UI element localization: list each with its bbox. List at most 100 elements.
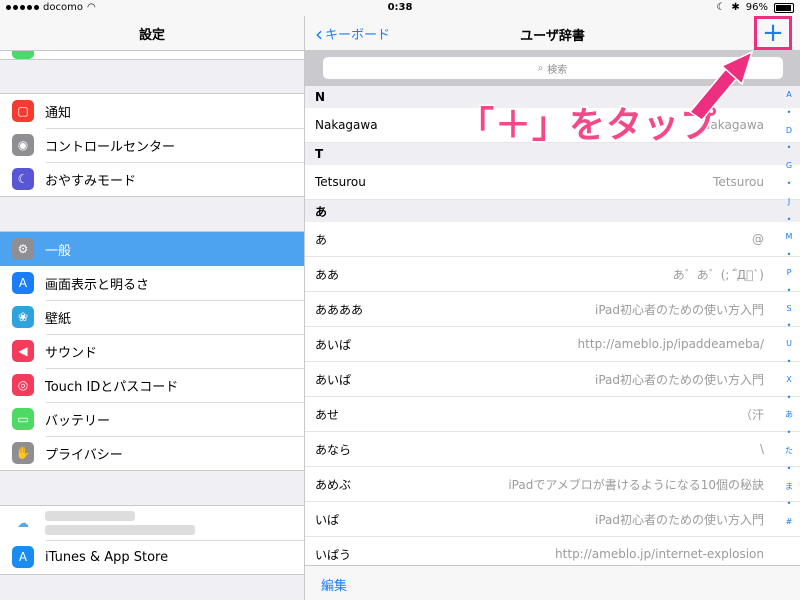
settings-sidebar: 設定 ▢ 通知 ◉ コントロールセンター ☾ おやすみモード ⚙ 一般 A 画面表示と明るさ ❀ 壁… [0,16,305,600]
sidebar-item[interactable]: ❀ 壁紙 [0,300,304,334]
entry-phrase: http://ameblo.jp/internet-explosion [555,547,764,561]
index-letter[interactable]: • [778,495,800,513]
sidebar-item-label: 一般 [45,243,72,259]
section-header: あ [305,200,800,222]
nav-bar: ‹ キーボード ユーザ辞書 + [305,16,800,50]
dictionary-entry[interactable]: あいぱ http://ameblo.jp/ipaddeameba/ [305,327,800,362]
section-index[interactable]: A • D • G • J • M • P • S • U • X • あ • た • ま • # [778,86,800,531]
annotation-label: 「＋」をタップ [456,104,718,148]
entry-phrase: iPadでアメブロが書けるようになる10個の秘訣 [508,477,764,492]
entry-word: いぱ [315,512,340,527]
sidebar-item-label: バッテリー [45,413,111,429]
dictionary-entry[interactable]: あ @ [305,222,800,257]
sidebar-item-label: Touch IDとパスコード [45,379,179,395]
sidebar-item-label: 壁紙 [45,311,72,327]
settings-group-2: ⚙ 一般 A 画面表示と明るさ ❀ 壁紙 ◀ サウンド ◎ Touch IDとパスコード ▭ バッテリ… [0,231,304,471]
dictionary-entry[interactable]: いぱ iPad初心者のための使い方入門 [305,502,800,537]
settings-group-3: ☁ AiTunes & App Store [0,505,304,575]
blur-bar [45,511,135,521]
blurred-account-label [45,511,195,535]
moon-icon: ☾ [716,2,726,13]
index-letter[interactable]: D [778,122,800,140]
sidebar-item[interactable]: ⚙ 一般 [0,232,304,266]
index-letter[interactable]: • [778,104,800,122]
search-placeholder: 検索 [547,64,568,76]
sidebar-item-label: 画面表示と明るさ [45,277,150,293]
index-letter[interactable]: U [778,335,800,353]
index-letter[interactable]: G [778,157,800,175]
bluetooth-icon: ✱ [731,2,740,13]
sidebar-item[interactable]: ▭ バッテリー [0,402,304,436]
status-right: ☾ ✱ 96% [716,2,794,13]
settings-header: 設定 [0,16,304,51]
index-letter[interactable]: • [778,460,800,478]
settings-group-1: ▢ 通知 ◉ コントロールセンター ☾ おやすみモード [0,93,304,197]
sidebar-item[interactable]: ◎ Touch IDとパスコード [0,368,304,402]
edit-button[interactable]: 編集 [321,575,347,594]
entry-phrase: iPad初心者のための使い方入門 [594,372,764,387]
sidebar-item[interactable]: ☾ おやすみモード [0,162,304,196]
dictionary-entry[interactable]: あいぱ iPad初心者のための使い方入門 [305,362,800,397]
index-letter[interactable]: た [778,442,800,460]
sidebar-item[interactable]: A 画面表示と明るさ [0,266,304,300]
entry-phrase: あ゛あ゛(;´゚Д゚`) [672,267,764,282]
sidebar-item[interactable]: AiTunes & App Store [0,540,304,574]
index-letter[interactable]: • [778,317,800,335]
index-letter[interactable]: • [778,353,800,371]
control-center-icon: ◉ [12,134,34,156]
add-button[interactable]: + [754,16,792,50]
wallpaper-icon: ❀ [12,306,34,328]
dictionary-entry[interactable]: あめぶ iPadでアメブロが書けるようになる10個の秘訣 [305,467,800,502]
sidebar-item-label: プライバシー [45,447,123,463]
battery-icon: ▭ [12,408,34,430]
page-title: ユーザ辞書 [520,29,585,44]
index-letter[interactable]: • [778,175,800,193]
sidebar-item-label: iTunes & App Store [45,549,169,565]
partial-icon [12,51,34,59]
index-letter[interactable]: • [778,211,800,229]
entry-word: あせ [315,407,340,422]
index-letter[interactable]: あ [778,406,800,424]
index-letter[interactable]: P [778,264,800,282]
battery-icon [774,2,794,13]
dictionary-entry[interactable]: あなら \ [305,432,800,467]
index-letter[interactable]: A [778,86,800,104]
entry-phrase: iPad初心者のための使い方入門 [594,512,764,527]
entry-word: あ [315,232,328,247]
entry-phrase: Tetsurou [713,175,764,189]
index-letter[interactable]: # [778,513,800,531]
sidebar-item[interactable]: ▢ 通知 [0,94,304,128]
index-letter[interactable]: S [778,300,800,318]
index-letter[interactable]: J [778,193,800,211]
index-letter[interactable]: • [778,424,800,442]
index-letter[interactable]: • [778,282,800,300]
sidebar-item[interactable]: ☁ [0,506,304,540]
blur-bar [45,525,195,535]
index-letter[interactable]: X [778,371,800,389]
dictionary-entry[interactable]: ああ あ゛あ゛(;´゚Д゚`) [305,257,800,292]
index-letter[interactable]: • [778,389,800,407]
cloud-icon: ☁ [12,512,34,534]
index-letter[interactable]: ま [778,478,800,496]
dictionary-entry[interactable]: Tetsurou Tetsurou [305,165,800,200]
entry-word: ああああ [315,302,364,317]
entry-word: いぱう [315,547,352,562]
index-letter[interactable]: • [778,246,800,264]
entry-word: あいぱ [315,372,352,387]
index-letter[interactable]: • [778,139,800,157]
status-bar: docomo ◠ 0:38 ☾ ✱ 96% [0,0,800,16]
entry-phrase: \ [759,442,764,456]
sidebar-item[interactable]: ◉ コントロールセンター [0,128,304,162]
dictionary-entry[interactable]: ああああ iPad初心者のための使い方入門 [305,292,800,327]
index-letter[interactable]: M [778,228,800,246]
entry-phrase: iPad初心者のための使い方入門 [594,302,764,317]
dictionary-entry[interactable]: あせ （汗 [305,397,800,432]
sidebar-item[interactable]: ✋ プライバシー [0,436,304,470]
sidebar-item[interactable]: ◀ サウンド [0,334,304,368]
privacy-hand-icon: ✋ [12,442,34,464]
search-input[interactable]: ⌕ 検索 [322,57,783,79]
gear-icon: ⚙ [12,238,34,260]
bottom-toolbar: 編集 [305,565,800,600]
sidebar-item-label: おやすみモード [45,173,137,189]
